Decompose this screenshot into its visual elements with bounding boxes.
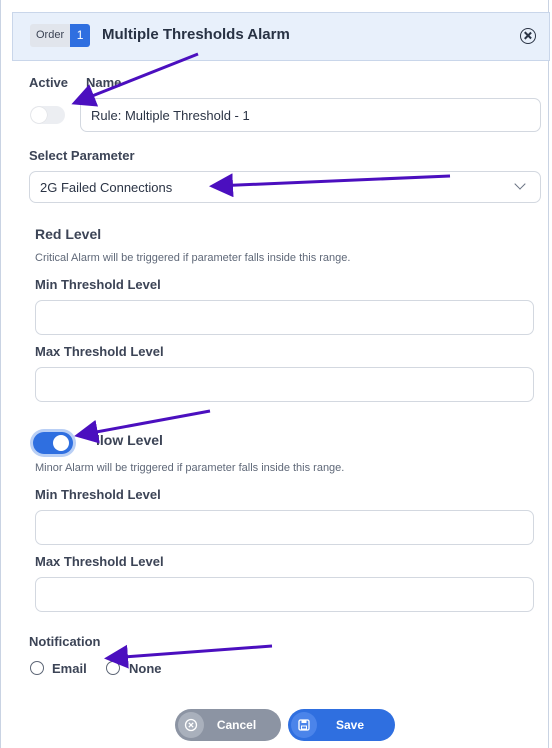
annotation-arrow bbox=[104, 644, 273, 669]
annotation-arrows bbox=[71, 52, 451, 669]
annotation-arrow bbox=[74, 409, 211, 444]
annotation-arrow bbox=[209, 173, 451, 198]
annotation-arrow bbox=[71, 52, 199, 107]
